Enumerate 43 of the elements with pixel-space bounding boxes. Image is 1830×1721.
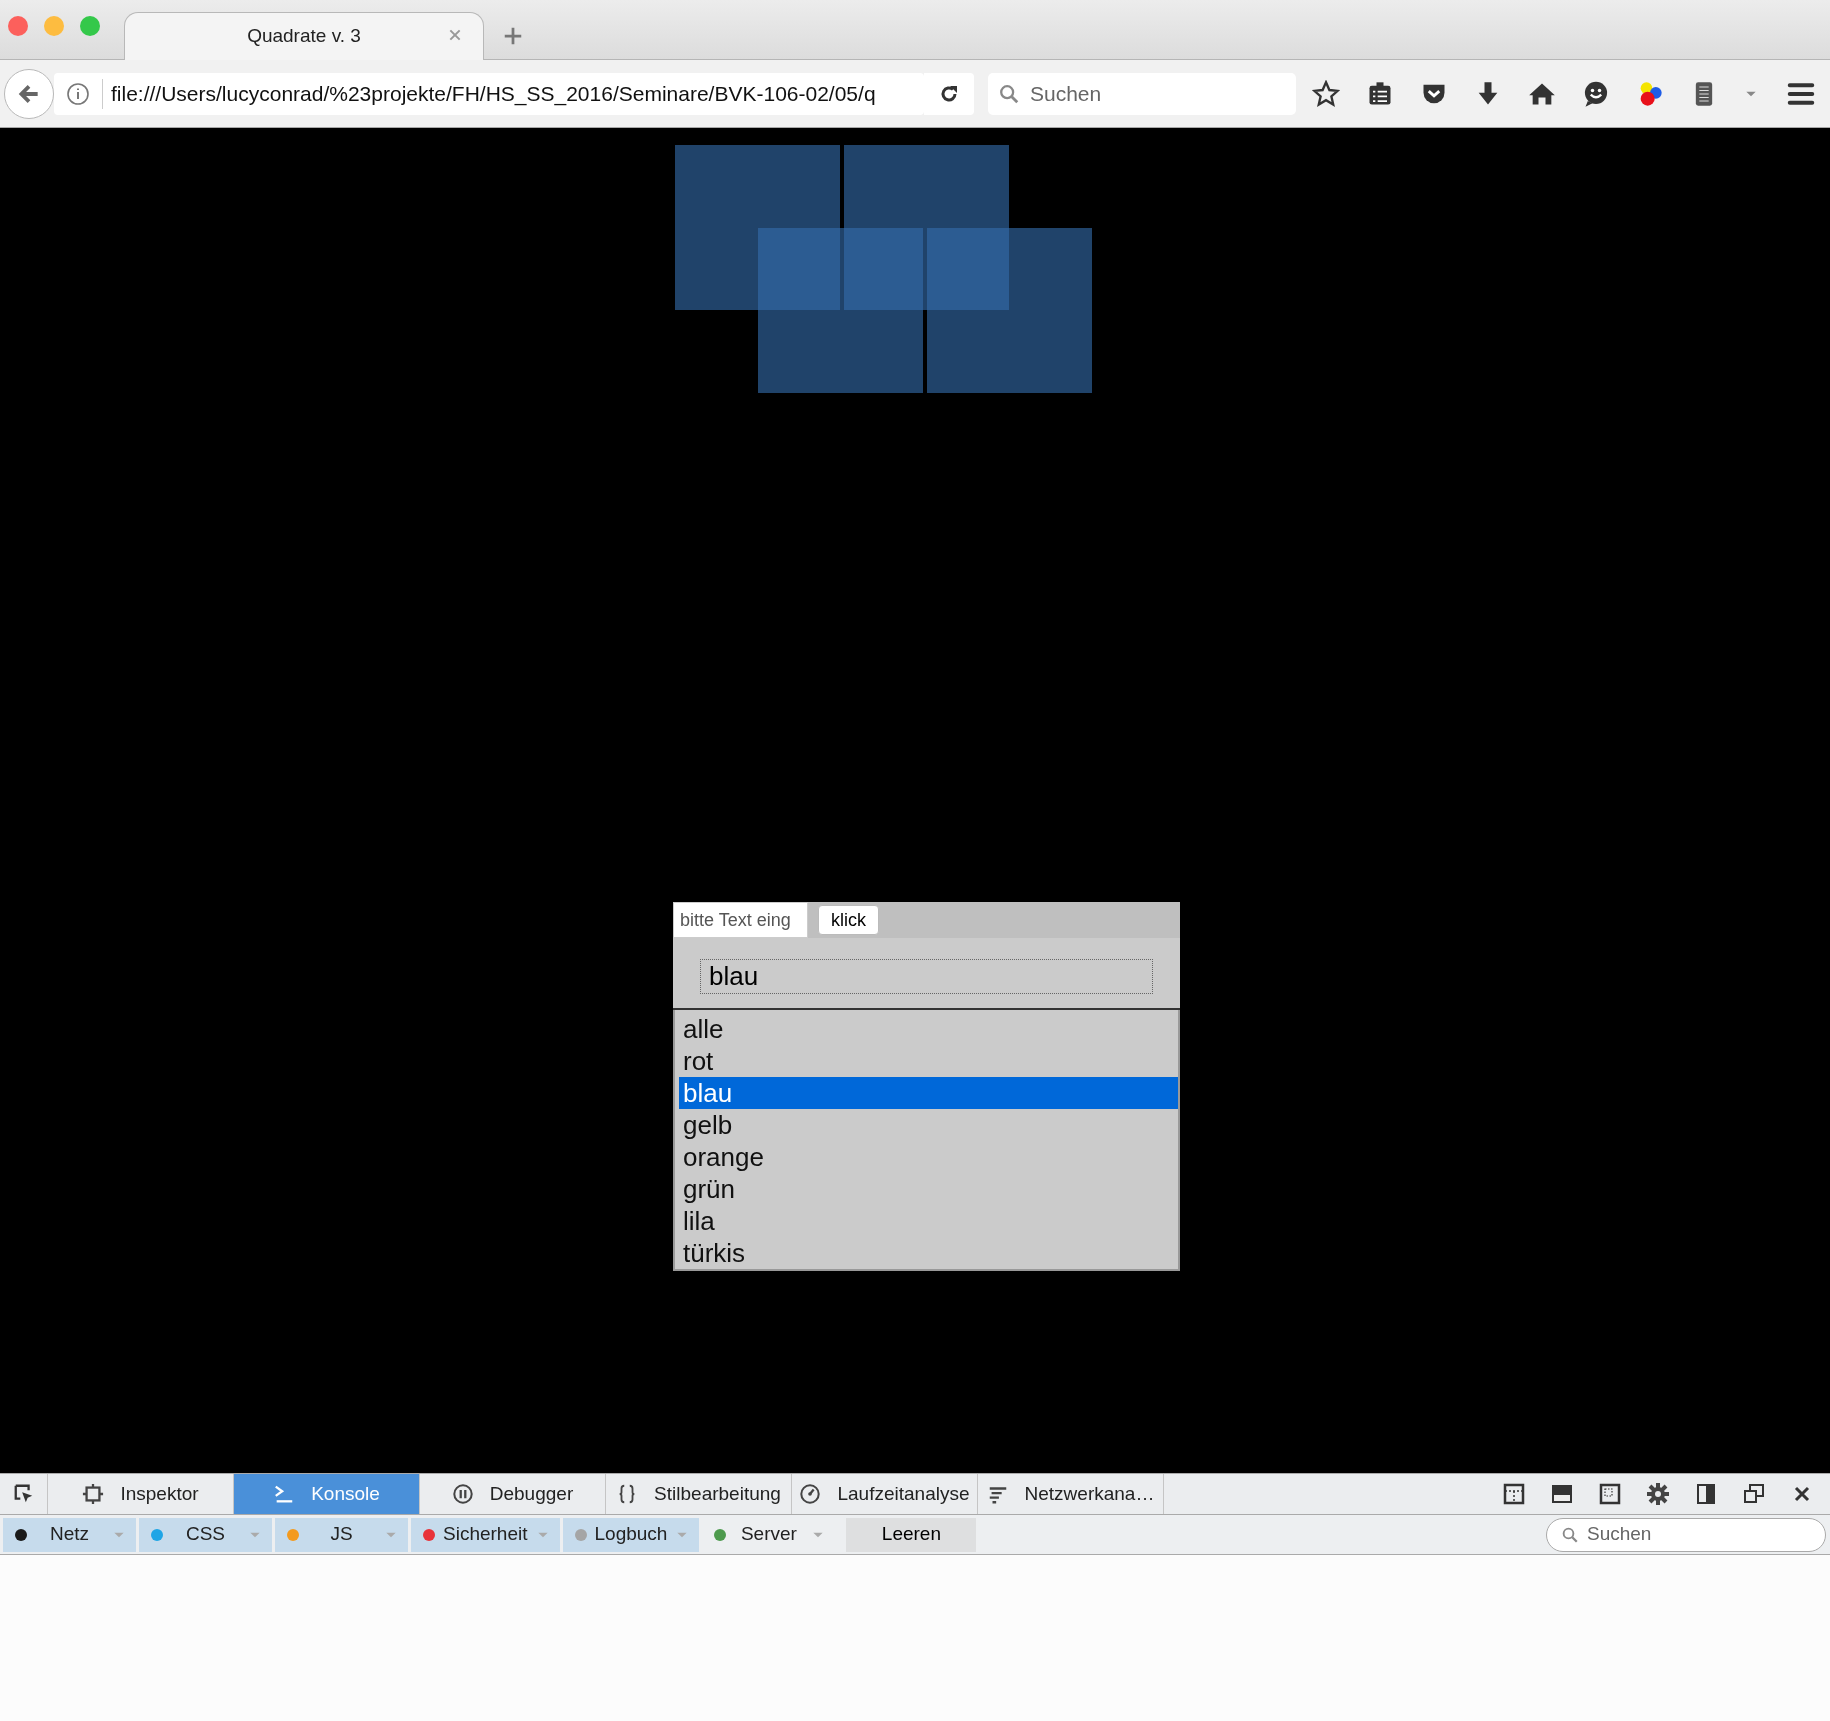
pause-icon bbox=[451, 1483, 474, 1505]
settings-icon[interactable] bbox=[1646, 1482, 1670, 1506]
text-input[interactable]: bitte Text eing bbox=[673, 902, 808, 938]
klick-button[interactable]: klick bbox=[818, 905, 879, 935]
separate-window-icon[interactable] bbox=[1742, 1482, 1766, 1506]
layout-icon[interactable] bbox=[1502, 1482, 1526, 1506]
bookmark-star-icon[interactable] bbox=[1312, 79, 1340, 108]
filter-search-field[interactable]: Suchen bbox=[1546, 1517, 1826, 1552]
console-panel-icon[interactable] bbox=[1550, 1482, 1574, 1506]
list-option[interactable]: alle bbox=[679, 1013, 1178, 1045]
filter-button[interactable]: Server bbox=[702, 1517, 836, 1552]
value-field[interactable]: blau bbox=[700, 959, 1153, 994]
devtools-tab[interactable]: Netzwerkana… bbox=[978, 1474, 1164, 1514]
gauge-icon bbox=[799, 1483, 822, 1505]
screenshot-icon[interactable] bbox=[1598, 1482, 1622, 1506]
list-option[interactable]: grün bbox=[679, 1173, 1178, 1205]
search-icon bbox=[998, 82, 1020, 105]
reload-button[interactable] bbox=[924, 72, 974, 115]
info-icon[interactable] bbox=[66, 81, 90, 106]
devtools-tab[interactable]: Debugger bbox=[420, 1474, 606, 1514]
search-icon bbox=[1561, 1525, 1579, 1544]
filter-button[interactable]: Logbuch bbox=[562, 1517, 700, 1552]
list-option[interactable]: türkis bbox=[679, 1237, 1178, 1269]
search-field[interactable]: Suchen bbox=[988, 72, 1296, 115]
filter-button[interactable]: Sicherheit bbox=[411, 1517, 560, 1552]
new-tab-icon[interactable] bbox=[502, 25, 524, 47]
color-listbox[interactable]: alle rot blau gelb orange grün lila türkis bbox=[673, 1010, 1180, 1271]
list-option[interactable]: orange bbox=[679, 1141, 1178, 1173]
back-button[interactable] bbox=[4, 68, 54, 119]
smiley-icon[interactable] bbox=[1582, 79, 1610, 108]
filter-button[interactable]: Netz bbox=[3, 1517, 136, 1552]
filter-button[interactable]: JS bbox=[275, 1517, 408, 1552]
list-option[interactable]: gelb bbox=[679, 1109, 1178, 1141]
list-option[interactable]: rot bbox=[679, 1045, 1178, 1077]
clear-button[interactable]: Leeren bbox=[846, 1517, 977, 1552]
chip-icon bbox=[82, 1483, 105, 1505]
filter-button[interactable]: CSS bbox=[139, 1517, 272, 1552]
browser-tab[interactable]: Quadrate v. 3 bbox=[124, 12, 484, 60]
dock-side-icon[interactable] bbox=[1694, 1482, 1718, 1506]
list-option[interactable]: blau bbox=[679, 1077, 1178, 1109]
devtools-tab[interactable]: Stilbearbeitung bbox=[606, 1474, 792, 1514]
devtools-tab[interactable]: Laufzeitanalyse bbox=[792, 1474, 978, 1514]
list-option[interactable]: lila bbox=[679, 1205, 1178, 1237]
